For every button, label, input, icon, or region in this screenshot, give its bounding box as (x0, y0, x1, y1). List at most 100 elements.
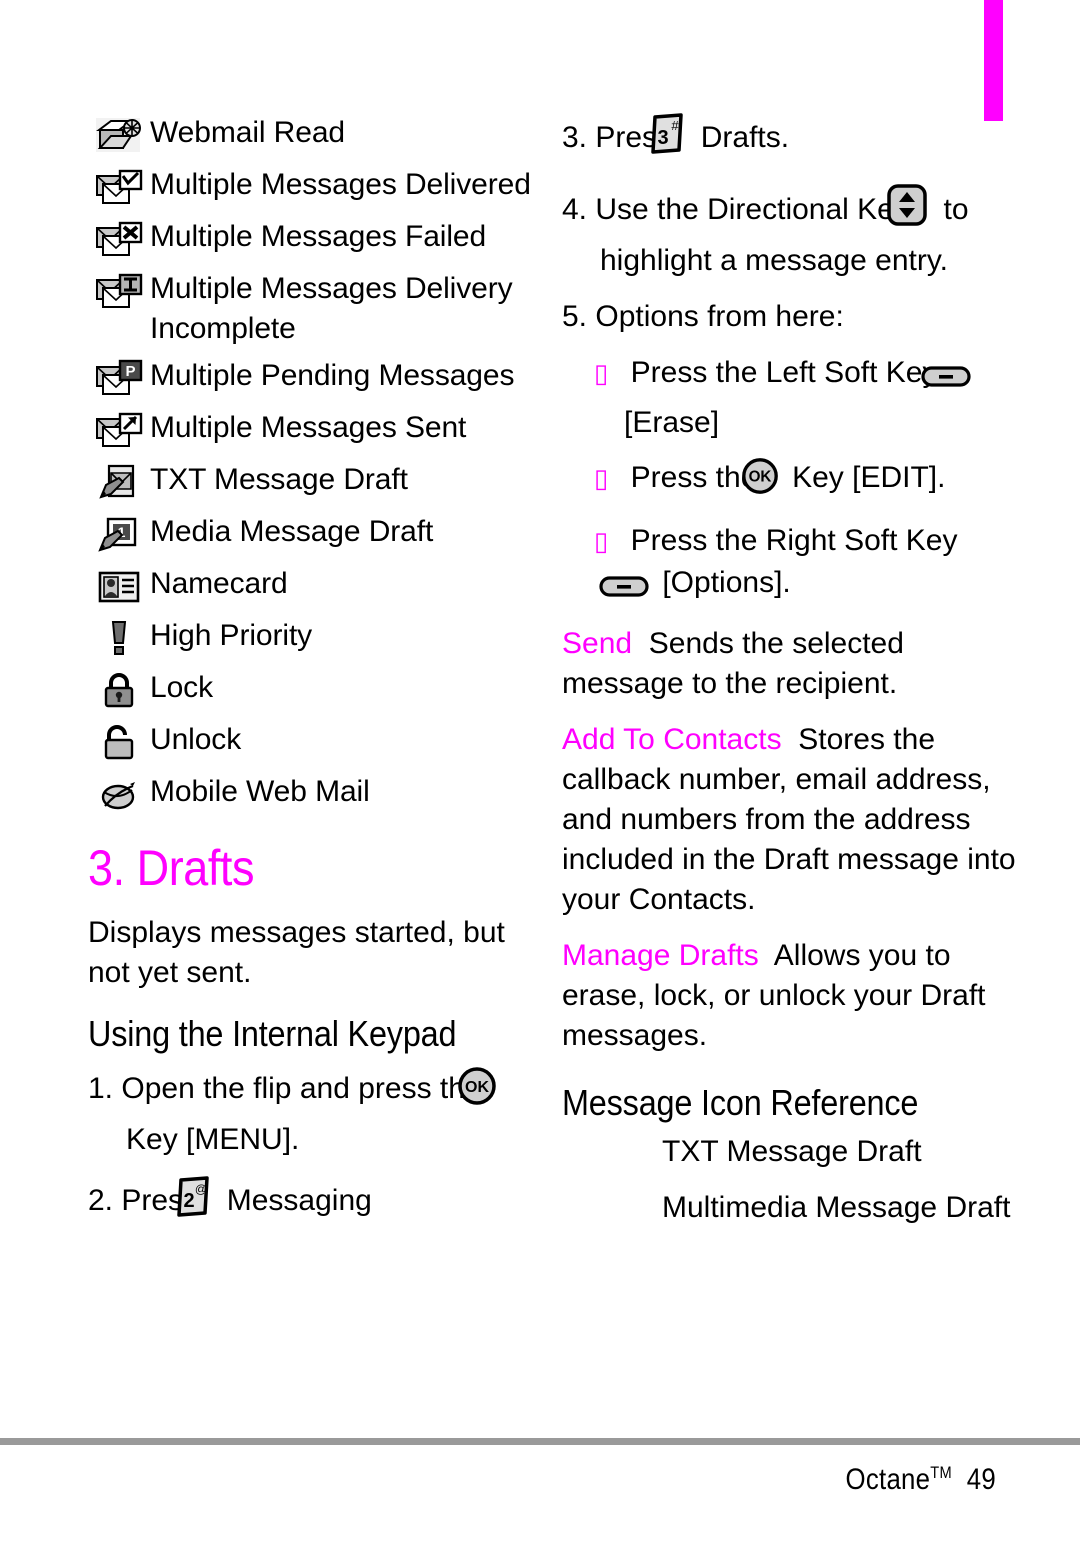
list-item: Multiple Messages Delivery Incomplete (88, 268, 540, 349)
left-soft-key-icon (921, 360, 972, 402)
step-4: 4. Use the Directional Key to highlight … (562, 182, 1032, 282)
subheading-message-icon-reference: Message Icon Reference (562, 1082, 919, 1123)
step-2: 2. Press 2 @ Messaging (88, 1175, 540, 1231)
step-1: 1. Open the flip and press the OK Key [M… (88, 1065, 540, 1161)
step-2-number: 2. (88, 1184, 114, 1217)
media-message-draft-icon: 1 (88, 511, 150, 557)
list-item: P Multiple Pending Messages (88, 355, 540, 401)
subheading-using-internal-keypad: Using the Internal Keypad (88, 1013, 457, 1054)
step-1-number: 1. (88, 1072, 114, 1105)
bullet-3-text-before: Press the Right Soft Key (630, 524, 958, 557)
key-3-icon: 3 # (651, 112, 688, 168)
svg-text:OK: OK (748, 469, 771, 486)
footer-trademark: TM (930, 1463, 952, 1482)
ok-key-icon: OK (741, 456, 780, 508)
bullet-2-text-before: Press the (630, 461, 758, 494)
bullet-item-edit: ▯ Press the OK Key [EDIT]. (562, 456, 1032, 508)
reference-item-txt-message-draft: TXT Message Draft (562, 1132, 1032, 1172)
option-add-to-contacts-name: Add To Contacts (562, 723, 782, 756)
directional-key-icon (887, 182, 931, 240)
list-item-label: Multiple Pending Messages (150, 359, 515, 392)
page-tab-marker (984, 0, 1003, 121)
unlock-icon (88, 719, 150, 765)
list-item: 1 Media Message Draft (88, 511, 540, 557)
step-1-text-after: Key [MENU]. (126, 1123, 300, 1156)
left-column: Webmail Read Multiple Messages Delivered (88, 112, 540, 1245)
list-item: Webmail Read (88, 112, 540, 158)
bullet-1-text-before: Press the Left Soft Key (630, 356, 938, 389)
list-item-label: Media Message Draft (150, 515, 434, 548)
list-item: Multiple Messages Failed (88, 216, 540, 262)
right-column: 3. Press 3 # Drafts. 4. Use the Directio… (562, 112, 1032, 1244)
svg-text:OK: OK (465, 1079, 489, 1096)
option-send: Send Sends the selected message to the r… (562, 624, 1032, 704)
footer-brand: Octane (845, 1463, 931, 1496)
list-item: TXT Message Draft (88, 459, 540, 505)
footer-divider (0, 1438, 1080, 1445)
multiple-pending-messages-icon: P (88, 355, 150, 401)
key-2-icon: 2 @ (177, 1175, 214, 1231)
list-item-label: Multiple Messages Failed (150, 220, 487, 253)
list-item: Unlock (88, 719, 540, 765)
multiple-messages-failed-icon (88, 216, 150, 262)
svg-text:3: 3 (658, 127, 669, 149)
list-item-label: TXT Message Draft (150, 463, 408, 496)
reference-item-label: TXT Message Draft (662, 1135, 922, 1168)
list-item: High Priority (88, 615, 540, 661)
step-5-text-before: Options from here: (595, 300, 844, 333)
list-item-label: High Priority (150, 619, 313, 652)
bullet-item-options: ▯ Press the Right Soft Key [Options]. (562, 520, 1032, 612)
list-item-label: Lock (150, 671, 213, 704)
option-manage-drafts-name: Manage Drafts (562, 939, 759, 972)
multiple-messages-sent-icon (88, 407, 150, 453)
high-priority-icon (88, 615, 150, 661)
mobile-web-mail-icon (88, 771, 150, 817)
list-item: Multiple Messages Delivered (88, 164, 540, 210)
page-number: 49 (966, 1463, 996, 1496)
step-4-number: 4. (562, 193, 588, 226)
step-5-number: 5. (562, 300, 588, 333)
page-title: 3. Drafts (88, 840, 255, 896)
step-4-text-before: Use the Directional Key (595, 193, 909, 226)
step-3-text-after: Drafts. (700, 121, 790, 154)
right-soft-key-icon (599, 570, 650, 612)
footer: OctaneTM 49 (139, 1463, 996, 1497)
step-5: 5. Options from here: (562, 296, 1032, 338)
list-item-label: Unlock (150, 723, 242, 756)
list-item-label: Multiple Messages Delivery Incomplete (150, 272, 513, 345)
reference-item-multimedia-message-draft: Multimedia Message Draft (562, 1188, 1032, 1228)
step-3: 3. Press 3 # Drafts. (562, 112, 1032, 168)
svg-text:#: # (672, 118, 680, 133)
bullet-2-text-after: Key [EDIT]. (792, 461, 946, 494)
bullet-3-text-after: [Options]. (662, 566, 791, 599)
webmail-read-icon (88, 112, 150, 158)
lock-icon (88, 667, 150, 713)
bullet-marker-icon: ▯ (594, 526, 609, 556)
ok-key-icon: OK (458, 1065, 498, 1119)
list-item-label: Mobile Web Mail (150, 775, 370, 808)
message-icon-legend-list: Webmail Read Multiple Messages Delivered (88, 112, 540, 817)
bullet-1-text-after: [Erase] (624, 406, 720, 439)
multiple-messages-delivered-icon (88, 164, 150, 210)
list-item-label: Webmail Read (150, 116, 346, 149)
list-item: Multiple Messages Sent (88, 407, 540, 453)
step-1-text-before: Open the flip and press the (121, 1072, 482, 1105)
svg-text:@: @ (195, 1182, 207, 1196)
option-manage-drafts: Manage Drafts Allows you to erase, lock,… (562, 936, 1032, 1056)
bullet-marker-icon: ▯ (594, 358, 609, 388)
list-item-label: Multiple Messages Delivered (150, 168, 531, 201)
option-send-name: Send (562, 627, 633, 660)
list-item: Namecard (88, 563, 540, 609)
list-item: Mobile Web Mail (88, 771, 540, 817)
list-item: Lock (88, 667, 540, 713)
step-3-number: 3. (562, 121, 588, 154)
step-2-text-after: Messaging (226, 1184, 372, 1217)
svg-text:2: 2 (184, 1190, 195, 1212)
reference-item-label: Multimedia Message Draft (662, 1191, 1011, 1224)
namecard-icon (88, 563, 150, 609)
bullet-marker-icon: ▯ (594, 463, 609, 493)
bullet-item-erase: ▯ Press the Left Soft Key [Erase] (562, 352, 1032, 444)
multiple-messages-delivery-incomplete-icon (88, 268, 150, 314)
option-add-to-contacts: Add To Contacts Stores the callback numb… (562, 720, 1032, 920)
list-item-label: Multiple Messages Sent (150, 411, 467, 444)
